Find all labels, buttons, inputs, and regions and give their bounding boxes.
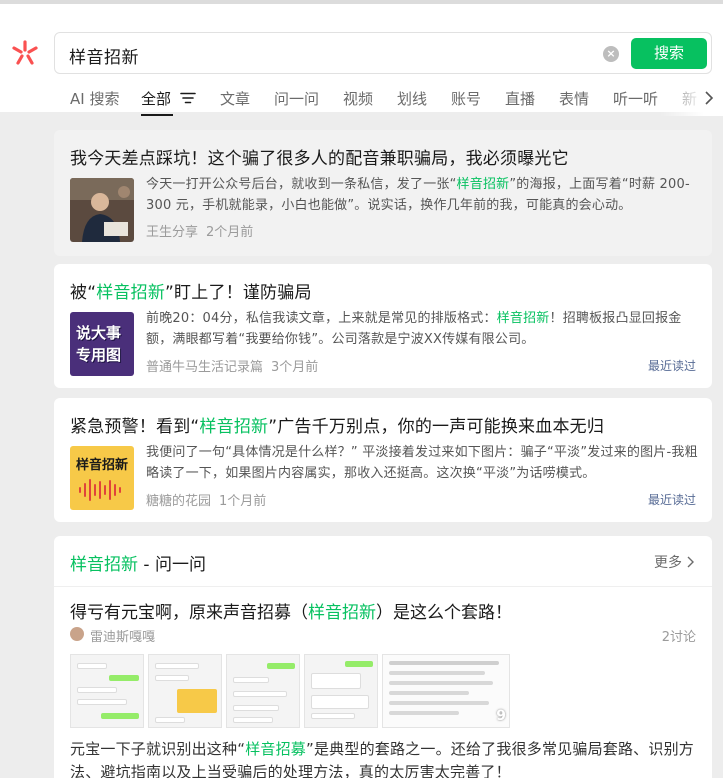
tab-highlights[interactable]: 划线 (397, 88, 427, 109)
snippet-keyword: 样音招募 (245, 740, 306, 758)
chat-screenshot[interactable] (226, 654, 300, 728)
recently-read-label: 最近读过 (647, 359, 696, 373)
title-text: ”广告千万别点，你的一声可能换来血本无归 (268, 417, 605, 437)
title-keyword: 样音招新 (308, 603, 376, 623)
result-card[interactable]: 紧急预警！看到“样音招新”广告千万别点，你的一声可能换来血本无归 样音招新 我便… (54, 398, 712, 522)
thumbnail-line: 说大事 (76, 324, 122, 342)
result-snippet: 我便问了一句“具体情况是什么样？” 平淡接着发过来如下图片：骗子“平淡”发过来的… (146, 442, 700, 484)
ask-post-snippet: 元宝一下子就识别出这种“样音招募”是典型的套路之一。还给了我很多常见骗局套路、识… (70, 738, 700, 778)
publish-time: 1个月前 (219, 494, 267, 509)
more-link[interactable]: 更多 (654, 552, 694, 572)
chat-screenshot[interactable] (304, 654, 378, 728)
search-button[interactable]: 搜索 (631, 38, 707, 69)
publish-time: 3个月前 (271, 360, 319, 375)
thumbnail-text: 说大事 专用图 (76, 322, 121, 366)
snippet-text: 元宝一下子就识别出这种“ (70, 740, 246, 758)
chat-screenshot[interactable] (148, 654, 222, 728)
ask-section-heading: 样音招新 - 问一问 (70, 550, 206, 575)
clear-icon[interactable]: × (603, 46, 619, 62)
thumbnail-text: 样音招新 (75, 458, 128, 473)
chat-screenshot[interactable]: 9 (382, 654, 510, 728)
title-keyword: 样音招新 (96, 283, 166, 303)
author-name[interactable]: 雷迪斯嘎嘎 (90, 626, 155, 645)
title-keyword: 样音招新 (199, 417, 269, 437)
filter-icon[interactable] (180, 92, 196, 104)
source-name[interactable]: 普通牛马生活记录篇 (146, 360, 263, 375)
result-thumbnail: 说大事 专用图 (70, 312, 134, 376)
thumbnail-line: 专用图 (76, 346, 122, 364)
tab-articles[interactable]: 文章 (220, 88, 250, 109)
photo-thumbnail-icon (70, 178, 134, 242)
ask-post-title[interactable]: 得亏有元宝啊，原来声音招募（样音招新）是这么个套路！ (70, 598, 512, 623)
chevron-right-icon (687, 556, 694, 568)
tab-live[interactable]: 直播 (505, 88, 535, 109)
chat-screenshot[interactable] (70, 654, 144, 728)
tab-stickers[interactable]: 表情 (559, 88, 589, 109)
search-header: 样音招新 × 搜索 AI 搜索 全部 文章 问一问 视频 划线 账号 直播 表情… (0, 0, 723, 116)
divider (54, 586, 712, 587)
source-name[interactable]: 王生分享 (146, 225, 198, 240)
snippet-keyword: 样音招新 (496, 311, 550, 326)
title-text: 得亏有元宝啊，原来声音招募（ (70, 603, 308, 623)
snippet-text: 前晚20：04分，私信我读文章，上来就是常见的排版格式： (146, 311, 497, 326)
title-text: 我今天差点踩坑！这个骗了很多人的配音兼职骗局，我必须曝光它 (70, 149, 569, 169)
active-tab-indicator (141, 114, 173, 116)
result-snippet: 今天一打开公众号后台，就收到一条私信，发了一张“样音招新”的海报，上面写着“时薪… (146, 174, 700, 216)
result-meta: 普通牛马生活记录篇 3个月前 (146, 356, 318, 375)
search-input[interactable]: 样音招新 (69, 43, 139, 68)
heading-keyword: 样音招新 (70, 555, 138, 575)
snippet-keyword: 样音招新 (456, 177, 510, 192)
avatar[interactable] (70, 627, 84, 641)
tab-ai-search[interactable]: AI 搜索 (70, 88, 119, 109)
tab-accounts[interactable]: 账号 (451, 88, 481, 109)
title-text: ”盯上了！谨防骗局 (165, 283, 312, 303)
tab-bar: AI 搜索 全部 文章 问一问 视频 划线 账号 直播 表情 听一听 新 (0, 88, 723, 116)
more-label: 更多 (654, 555, 682, 571)
snippet-text: 今天一打开公众号后台，就收到一条私信，发了一张“ (146, 177, 457, 192)
discussion-count[interactable]: 2讨论 (662, 626, 696, 645)
sound-wave-icon (79, 479, 121, 501)
title-text: 被“ (70, 283, 97, 303)
title-text: ）是这么个套路！ (376, 603, 512, 623)
tab-ask[interactable]: 问一问 (274, 88, 319, 109)
result-title[interactable]: 我今天差点踩坑！这个骗了很多人的配音兼职骗局，我必须曝光它 (70, 144, 569, 169)
result-thumbnail: 样音招新 (70, 446, 134, 510)
result-snippet: 前晚20：04分，私信我读文章，上来就是常见的排版格式：样音招新！招聘板报凸显回… (146, 308, 700, 350)
result-meta: 王生分享 2个月前 (146, 221, 253, 240)
image-count: 9 (496, 708, 506, 724)
recently-read-label: 最近读过 (647, 493, 696, 507)
chevron-right-icon[interactable] (703, 90, 715, 106)
tab-all[interactable]: 全部 (141, 88, 171, 109)
tab-videos[interactable]: 视频 (343, 88, 373, 109)
source-name[interactable]: 糖糖的花园 (146, 494, 211, 509)
result-card[interactable]: 被“样音招新”盯上了！谨防骗局 说大事 专用图 前晚20：04分，私信我读文章，… (54, 264, 712, 388)
result-meta: 糖糖的花园 1个月前 (146, 490, 266, 509)
heading-suffix: - 问一问 (138, 555, 206, 575)
search-box[interactable]: 样音招新 × 搜索 (54, 32, 712, 74)
publish-time: 2个月前 (206, 225, 254, 240)
result-title[interactable]: 紧急预警！看到“样音招新”广告千万别点，你的一声可能换来血本无归 (70, 412, 604, 437)
result-title[interactable]: 被“样音招新”盯上了！谨防骗局 (70, 278, 312, 303)
snippet-text: 我便问了一句“具体情况是什么样？” 平淡接着发过来如下图片：骗子“平淡”发过来的… (146, 445, 698, 481)
search-logo-icon (12, 40, 38, 65)
title-text: 紧急预警！看到“ (70, 417, 200, 437)
ask-section: 样音招新 - 问一问 更多 得亏有元宝啊，原来声音招募（样音招新）是这么个套路！… (54, 536, 712, 778)
result-card[interactable]: 我今天差点踩坑！这个骗了很多人的配音兼职骗局，我必须曝光它 今天一打开公众号后台… (54, 130, 712, 256)
result-thumbnail (70, 178, 134, 242)
tab-listen[interactable]: 听一听 (613, 88, 658, 109)
